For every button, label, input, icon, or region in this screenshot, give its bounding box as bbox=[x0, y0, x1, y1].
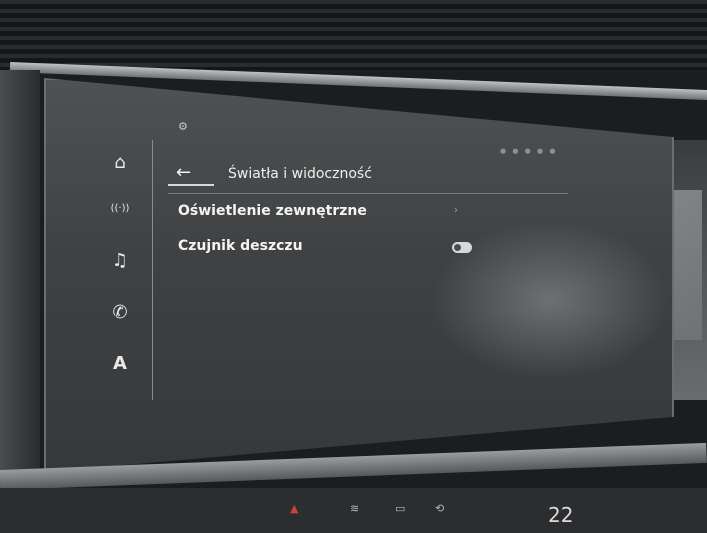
chevron-right-icon: › bbox=[454, 205, 458, 216]
page-title: Światła i widoczność bbox=[228, 166, 372, 182]
list-item-label: Oświetlenie zewnętrzne bbox=[178, 203, 367, 219]
toggle-knob bbox=[454, 244, 461, 251]
defrost-icon[interactable]: ≋ bbox=[350, 502, 359, 515]
title-bar: ← Światła i widoczność bbox=[168, 160, 528, 190]
phone-icon[interactable]: ✆ bbox=[100, 294, 140, 330]
navigation-icon[interactable]: A bbox=[100, 345, 140, 381]
home-icon[interactable]: ⌂ bbox=[100, 144, 140, 180]
settings-gear-icon[interactable]: ⚙ bbox=[178, 120, 188, 133]
back-button[interactable]: ← bbox=[176, 164, 214, 184]
nav-rail: ⌂ ((·)) ♫ ✆ A bbox=[100, 140, 153, 400]
recirculation-icon[interactable]: ⟲ bbox=[435, 502, 444, 515]
left-bezel bbox=[0, 70, 40, 510]
title-divider bbox=[168, 193, 568, 194]
back-arrow-icon: ← bbox=[176, 162, 192, 183]
status-icons: ● ● ● ● ● bbox=[500, 147, 558, 155]
list-item-exterior-lighting[interactable]: Oświetlenie zewnętrzne › bbox=[178, 203, 478, 227]
back-underline bbox=[168, 184, 214, 186]
air-vent bbox=[0, 0, 707, 70]
list-item-rain-sensor[interactable]: Czujnik deszczu bbox=[178, 238, 478, 262]
rain-sensor-toggle[interactable] bbox=[452, 242, 472, 253]
music-icon[interactable]: ♫ bbox=[100, 242, 140, 278]
rear-defrost-icon[interactable]: ▭ bbox=[395, 502, 405, 515]
hazard-icon[interactable]: ▲ bbox=[290, 502, 298, 515]
radio-icon[interactable]: ((·)) bbox=[100, 190, 140, 226]
list-item-label: Czujnik deszczu bbox=[178, 238, 303, 254]
temperature-display: 22 bbox=[548, 503, 574, 527]
